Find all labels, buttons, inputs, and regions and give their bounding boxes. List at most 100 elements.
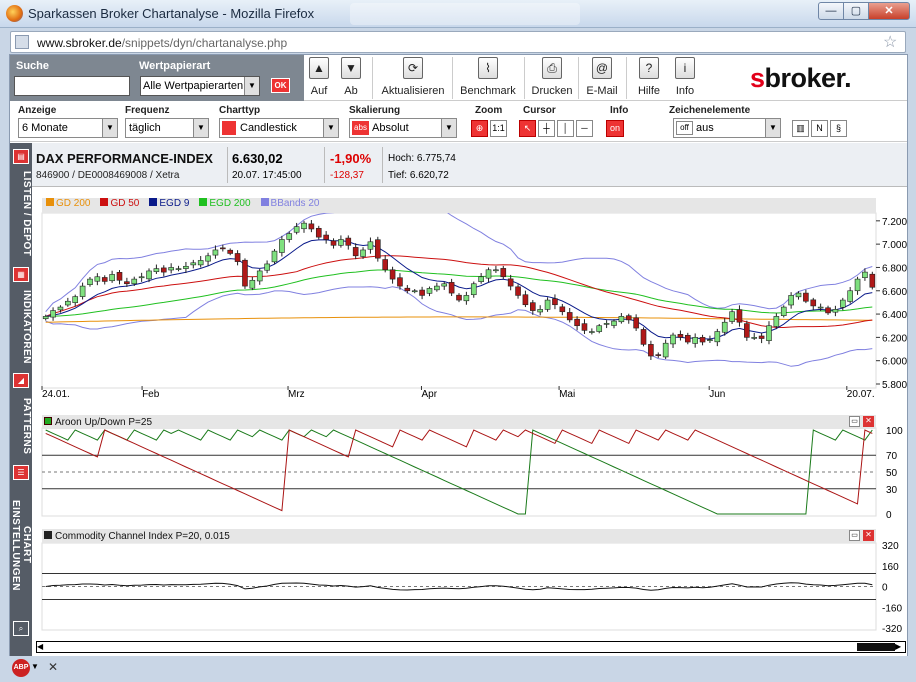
email-button[interactable]: @ E-Mail [582,57,622,97]
up-button[interactable]: ▲ Auf [308,57,330,97]
chart-area[interactable]: 7.200 7.000 6.800 6.600 6.400 6.200 6.000 5.800… [32,188,907,656]
close-panel-icon[interactable]: ✕ [863,416,874,427]
zoom-icon[interactable]: ⊕ [471,120,488,137]
tab-chart-einstellungen[interactable]: CHART EINSTELLUNGEN [10,485,32,605]
text-tool-icon[interactable]: N [811,120,828,137]
x-tick-label: Apr [421,389,437,400]
page-content: Suche Wertpapierart Alle Wertpapierarten… [9,54,908,657]
charttyp-select[interactable]: Candlestick ▼ [219,118,339,138]
cursor-pointer-icon[interactable]: ↖ [519,120,536,137]
divider [227,147,228,183]
maximize-button[interactable]: ▢ [843,2,869,20]
info-toggle[interactable]: on [606,120,624,137]
legend-item: EGD 9 [149,198,189,209]
skalierung-select[interactable]: abs Absolut ▼ [349,118,457,138]
close-button[interactable]: ✕ [868,2,910,20]
refresh-button[interactable]: ⟳ Aktualisieren [378,57,448,97]
email-icon: @ [592,57,612,79]
cci-y-tick-label: -160 [882,603,902,614]
divider [372,57,373,99]
minimize-button[interactable]: — [818,2,844,20]
site-identity-icon[interactable] [15,35,29,49]
candle-body [116,272,123,281]
candle-body [57,306,64,311]
anzeige-select[interactable]: 6 Monate ▼ [18,118,118,138]
x-tick-label: Mai [559,389,575,400]
settings-list-icon[interactable]: ☰ [13,465,29,480]
chevron-down-icon[interactable]: ▼ [102,119,117,137]
scroll-thumb[interactable] [857,643,895,651]
candle-body [264,263,270,271]
crosshair-icon[interactable]: ┼ [538,120,555,137]
close-panel-icon[interactable]: ✕ [863,530,874,541]
horizontal-line-icon[interactable]: ─ [576,120,593,137]
chevron-down-icon[interactable]: ▼ [765,119,780,137]
candle-body [817,306,824,309]
candle-body [544,299,551,310]
abs-badge: abs [352,121,369,135]
scroll-left-icon[interactable]: ◀ [37,642,47,652]
print-button[interactable]: ⎙ Drucken [530,57,574,97]
chevron-down-icon[interactable]: ▼ [244,77,259,95]
candle-body [552,298,558,306]
frequenz-label: Frequenz [125,105,170,116]
folder-icon[interactable]: ▤ [13,149,29,164]
y-tick-label: 7.000 [882,240,907,251]
anzeige-label: Anzeige [18,105,57,116]
candle-body [825,307,831,314]
chevron-down-icon[interactable]: ▼ [441,119,456,137]
candle-body [382,259,388,271]
tab-listen-depot[interactable]: LISTEN / DEPOT [10,169,32,259]
candle-body [419,289,425,296]
settings-icon[interactable]: § [830,120,847,137]
tab-indikatoren[interactable]: INDIKATOREN [10,287,32,367]
search-input[interactable] [14,76,130,96]
zoom-reset-button[interactable]: 1:1 [490,120,507,137]
legend-item: BBands 20 [260,198,319,209]
ok-button[interactable]: OK [271,78,290,93]
maximize-panel-icon[interactable]: ▭ [849,416,860,427]
horizontal-scrollbar[interactable]: ◀ ▶ [36,641,906,653]
candle-body [854,278,861,292]
tab-patterns[interactable]: PATTERNS [10,393,32,459]
info-button[interactable]: i Info [670,57,700,97]
candle-body [323,234,329,240]
bar-chart-icon[interactable]: ▥ [792,120,809,137]
url-bar[interactable]: www.sbroker.de/snippets/dyn/chartanalyse… [10,31,906,53]
toolbar: Suche Wertpapierart Alle Wertpapierarten… [10,55,907,101]
printer-icon: ⎙ [542,57,562,79]
arrow-up-icon: ▲ [309,57,329,79]
frequenz-select[interactable]: täglich ▼ [125,118,209,138]
chevron-down-icon[interactable]: ▼ [31,662,39,671]
wertpapierart-select[interactable]: Alle Wertpapierarten ▼ [140,76,260,96]
adblock-icon[interactable]: ABP [12,659,30,677]
aroon-y-tick-label: 50 [886,468,898,479]
divider [382,147,383,183]
search-icon[interactable]: ⌕ [13,621,29,636]
legend-item: GD 200 [46,198,90,209]
close-icon[interactable]: ✕ [48,660,58,674]
candle-body [426,288,433,294]
help-button[interactable]: ? Hilfe [634,57,664,97]
url-text[interactable]: www.sbroker.de/snippets/dyn/chartanalyse… [37,36,287,50]
zeichenelemente-select[interactable]: off aus ▼ [673,118,781,138]
candle-body [640,329,647,345]
bookmark-star-icon[interactable]: ☆ [883,32,897,52]
candle-body [847,290,853,302]
candle-body [375,239,381,259]
candle-body [131,278,138,285]
candle-body [330,240,337,246]
candle-body [271,250,278,263]
chevron-down-icon[interactable]: ▼ [193,119,208,137]
maximize-panel-icon[interactable]: ▭ [849,530,860,541]
candle-body [256,270,263,282]
benchmark-button[interactable]: ⌇ Benchmark [458,57,518,97]
vertical-line-icon[interactable]: │ [557,120,574,137]
scroll-right-icon[interactable]: ▶ [895,642,905,652]
down-button[interactable]: ▼ Ab [340,57,362,97]
indicator-icon[interactable]: ▦ [13,267,29,282]
candle-body [493,269,499,272]
background-tab[interactable] [350,3,580,25]
pattern-icon[interactable]: ◢ [13,373,29,388]
chevron-down-icon[interactable]: ▼ [323,119,338,137]
